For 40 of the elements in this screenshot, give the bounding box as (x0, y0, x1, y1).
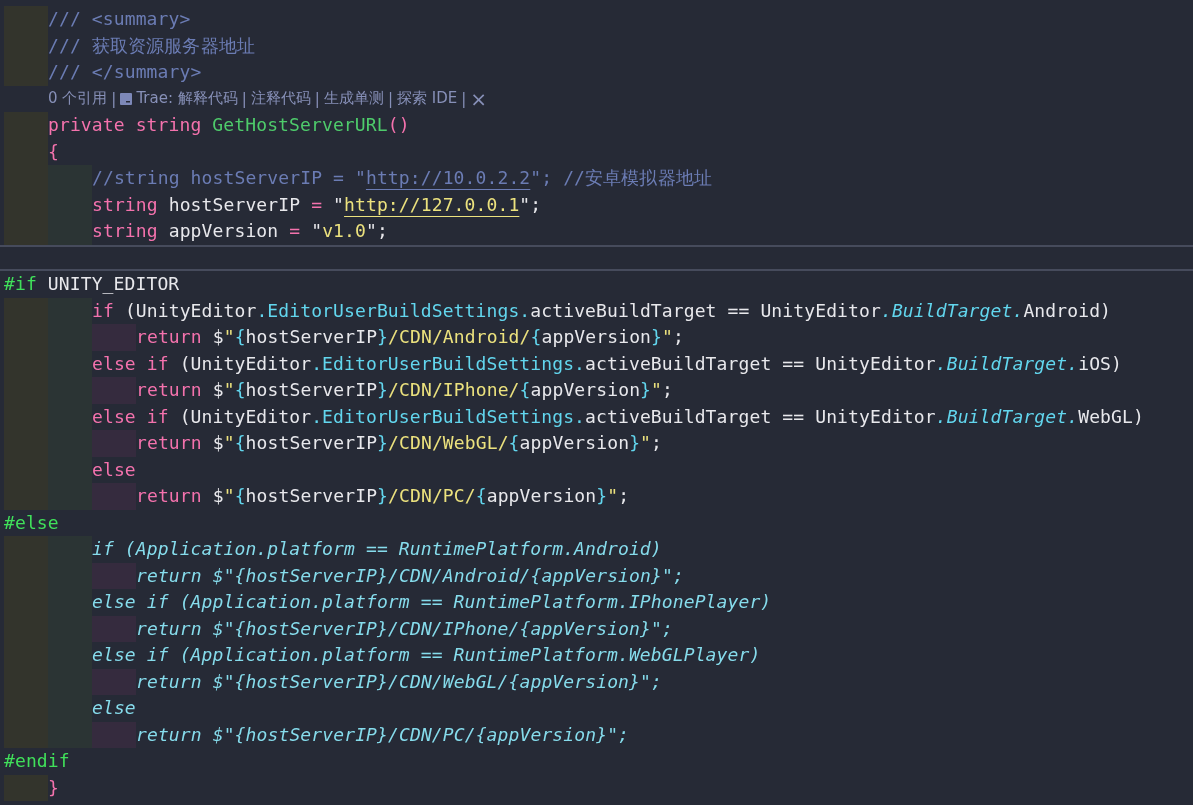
codelens-link[interactable]: Trae: 解释代码 (136, 89, 238, 109)
code-line: return $"{hostServerIP}/CDN/WebGL/{appVersion}"; (136, 669, 662, 694)
code-line: else if (UnityEditor.EditorUserBuildSettings.activeBuildTarget == UnityEditor.BuildTarget.WebGL) (92, 404, 1144, 429)
code-line: return $"{hostServerIP}/CDN/Android/{appVersion}"; (136, 325, 684, 350)
code-line: string appVersion = "v1.0"; (92, 219, 388, 244)
code-line: /// </summary> (48, 60, 202, 85)
separator-text: | (241, 89, 247, 108)
square-icon (120, 92, 133, 105)
codelens-link[interactable]: 探索 IDE (396, 89, 458, 109)
separator-text: | (387, 89, 393, 108)
code-line: return $"{hostServerIP}/CDN/IPhone/{appVersion}"; (136, 616, 673, 641)
code-line: else if (UnityEditor.EditorUserBuildSettings.activeBuildTarget == UnityEditor.BuildTarget.iOS) (92, 351, 1122, 376)
code-line: if (Application.platform == RuntimePlatform.Android) (92, 537, 662, 562)
code-line: return $"{hostServerIP}/CDN/IPhone/{appVersion}"; (136, 378, 673, 403)
code-line: return $"{hostServerIP}/CDN/Android/{appVersion}"; (136, 563, 684, 588)
code-line: return $"{hostServerIP}/CDN/WebGL/{appVersion}"; (136, 431, 663, 456)
codelens-link[interactable]: 0 个引用 (48, 89, 108, 109)
code-line: #endif (4, 749, 70, 774)
close-button[interactable]: × (470, 88, 487, 109)
code-line: /// 获取资源服务器地址 (48, 33, 255, 58)
code-line: { (48, 139, 59, 164)
code-line: } (48, 775, 59, 800)
code-line: return $"{hostServerIP}/CDN/PC/{appVersion}"; (136, 484, 630, 509)
code-line: return $"{hostServerIP}/CDN/PC/{appVersion}"; (136, 722, 630, 747)
code-line: if (UnityEditor.EditorUserBuildSettings.activeBuildTarget == UnityEditor.BuildTarget.Android) (92, 298, 1112, 323)
code-line: #else (4, 510, 59, 535)
code-line: string hostServerIP = "http://127.0.0.1"; (92, 192, 542, 217)
code-line: else if (Application.platform == RuntimePlatform.WebGLPlayer) (92, 643, 761, 668)
separator-text: | (461, 89, 467, 108)
code-line: //string hostServerIP = "http://10.0.2.2"; //安卓模拟器地址 (92, 166, 712, 191)
code-line: else if (Application.platform == RuntimePlatform.IPhonePlayer) (92, 590, 772, 615)
separator-text: | (314, 89, 320, 108)
code-line: else (92, 457, 136, 482)
codelens-link[interactable]: 注释代码 (250, 89, 311, 109)
code-line: else (92, 696, 136, 721)
code-line: /// <summary> (48, 7, 191, 32)
code-line: private string GetHostServerURL() (48, 113, 410, 138)
separator-text: | (111, 89, 117, 108)
code-line: #if UNITY_EDITOR (4, 272, 180, 297)
codelens-link[interactable]: 生成单测 (323, 89, 384, 109)
